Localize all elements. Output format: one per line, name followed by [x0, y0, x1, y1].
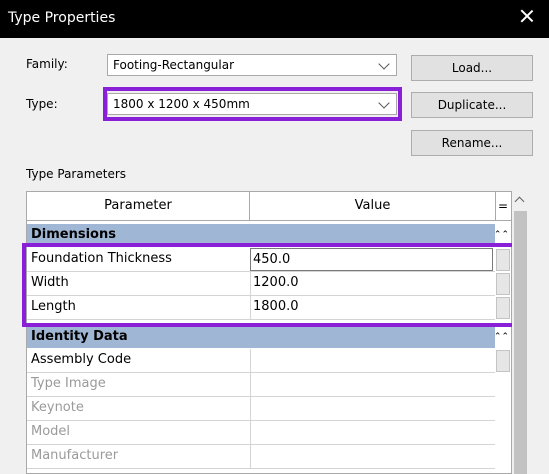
- group-label: Dimensions: [31, 227, 116, 242]
- parameter-name: Foundation Thickness: [31, 251, 172, 266]
- duplicate-button[interactable]: Duplicate...: [411, 92, 533, 118]
- family-dropdown[interactable]: Footing-Rectangular: [107, 54, 397, 76]
- formula-cell[interactable]: [496, 350, 510, 372]
- table-row[interactable]: Keynote: [27, 397, 495, 421]
- close-icon[interactable]: [517, 6, 537, 26]
- parameter-value[interactable]: [250, 421, 493, 444]
- parameter-column-header[interactable]: Parameter: [27, 192, 250, 220]
- parameter-value[interactable]: [250, 445, 493, 468]
- parameter-value[interactable]: 450.0: [250, 248, 493, 271]
- group-label: Identity Data: [31, 329, 128, 344]
- parameter-value[interactable]: [250, 373, 493, 396]
- load-button[interactable]: Load...: [411, 55, 533, 81]
- scroll-up-icon[interactable]: [514, 196, 525, 207]
- table-row[interactable]: Assembly Code: [27, 349, 495, 373]
- parameter-value[interactable]: [250, 397, 493, 420]
- table-row[interactable]: Type Image: [27, 373, 495, 397]
- formula-cell[interactable]: [496, 249, 510, 271]
- parameter-name: Width: [31, 275, 69, 290]
- table-row[interactable]: Width 1200.0: [27, 272, 495, 296]
- group-header-identity-data[interactable]: Identity Data ⌃⌃: [27, 326, 509, 348]
- parameter-name: Length: [31, 299, 76, 314]
- parameter-name: Model: [31, 424, 71, 439]
- formula-cell[interactable]: [496, 273, 510, 295]
- window-title: Type Properties: [8, 10, 116, 26]
- parameter-name: Keynote: [31, 400, 84, 415]
- chevron-down-icon: [378, 58, 390, 70]
- parameter-name: Type Image: [31, 376, 106, 391]
- parameter-name: Manufacturer: [31, 448, 119, 463]
- value-column-header[interactable]: Value: [250, 192, 496, 220]
- scroll-thumb[interactable]: [514, 211, 527, 474]
- type-parameters-label: Type Parameters: [26, 167, 127, 181]
- parameter-value[interactable]: 1800.0: [250, 296, 493, 319]
- collapse-icon[interactable]: ⌃⌃: [494, 326, 509, 348]
- grid-header: Parameter Value =: [27, 192, 511, 221]
- title-bar: Type Properties: [0, 0, 549, 38]
- table-row[interactable]: Length 1800.0: [27, 296, 495, 320]
- type-dropdown[interactable]: 1800 x 1200 x 450mm: [107, 93, 397, 115]
- rename-button[interactable]: Rename...: [411, 130, 533, 156]
- parameter-name: Assembly Code: [31, 352, 132, 367]
- chevron-down-icon: [378, 97, 390, 109]
- parameter-value[interactable]: [250, 349, 493, 372]
- collapse-icon[interactable]: ⌃⌃: [494, 224, 509, 246]
- type-label: Type:: [26, 97, 58, 111]
- type-value: 1800 x 1200 x 450mm: [113, 97, 250, 111]
- group-header-dimensions[interactable]: Dimensions ⌃⌃: [27, 224, 509, 246]
- table-row[interactable]: Foundation Thickness 450.0: [27, 248, 495, 272]
- parameters-grid: Parameter Value = Dimensions ⌃⌃ Foundati…: [26, 191, 512, 474]
- table-row[interactable]: Model: [27, 421, 495, 445]
- vertical-scrollbar[interactable]: [512, 191, 529, 474]
- formula-cell[interactable]: [496, 297, 510, 319]
- formula-column-header[interactable]: =: [496, 192, 510, 220]
- family-value: Footing-Rectangular: [113, 58, 235, 72]
- table-row[interactable]: Manufacturer: [27, 445, 495, 469]
- family-label: Family:: [26, 57, 68, 71]
- parameter-value[interactable]: 1200.0: [250, 272, 493, 295]
